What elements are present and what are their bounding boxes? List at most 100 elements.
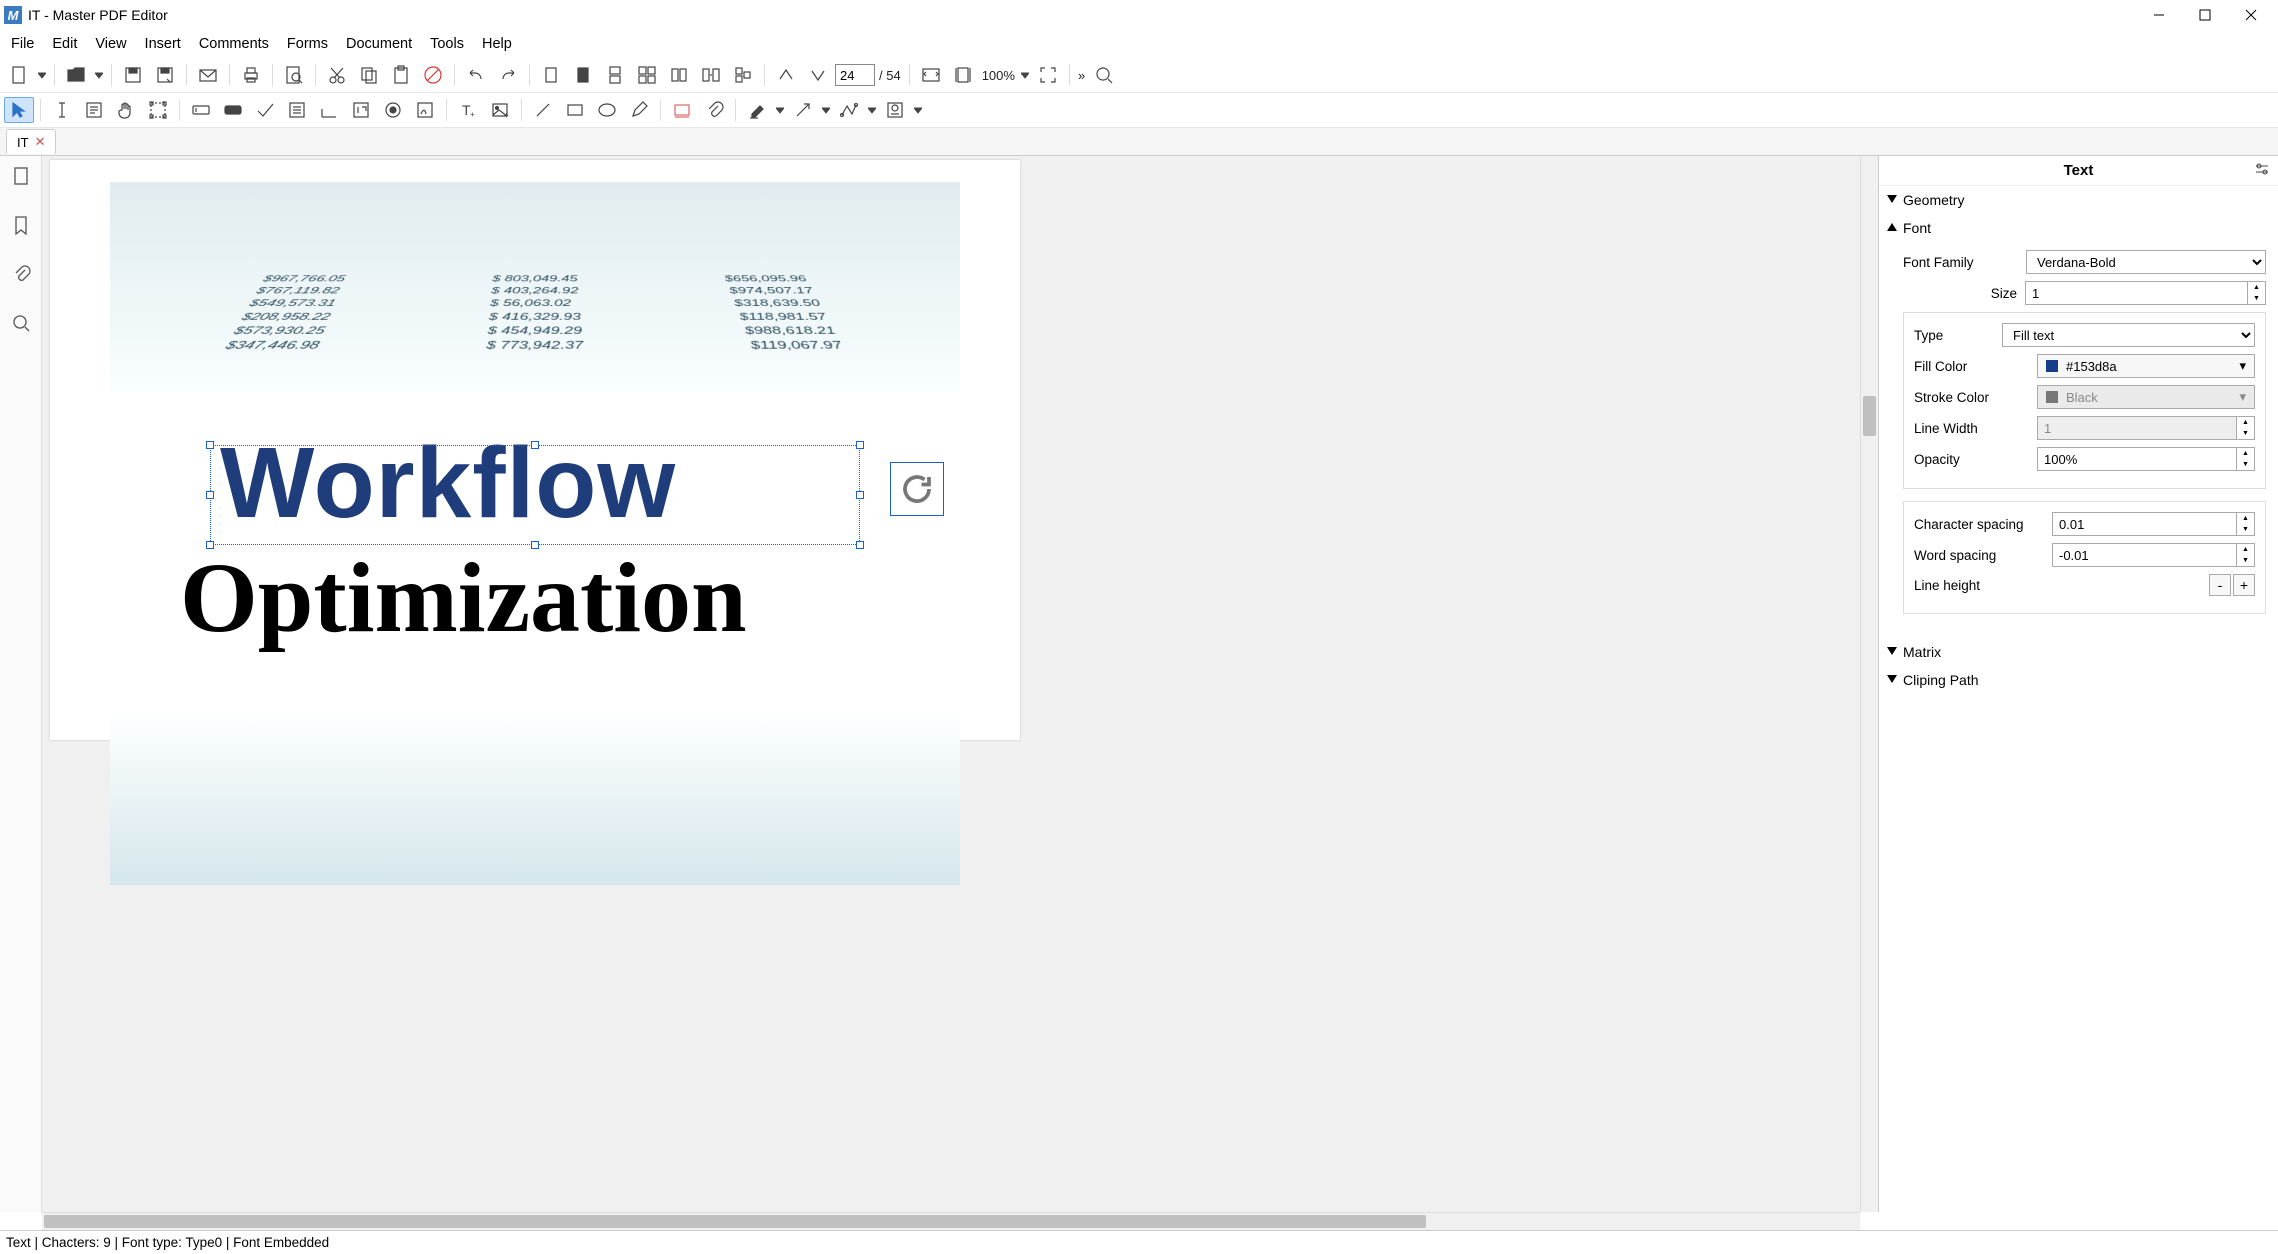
section-font[interactable]: Font xyxy=(1879,214,2278,242)
stamp-dropdown[interactable] xyxy=(912,106,924,114)
vertical-scrollbar[interactable] xyxy=(1860,156,1878,1212)
menu-edit[interactable]: Edit xyxy=(43,32,86,56)
line-tool-icon[interactable] xyxy=(528,97,558,123)
section-matrix[interactable]: Matrix xyxy=(1879,638,2278,666)
rectangle-tool-icon[interactable] xyxy=(560,97,590,123)
highlight-dropdown[interactable] xyxy=(774,106,786,114)
canvas[interactable]: $967,766.05$767,119.82$549,573.31$208,95… xyxy=(42,156,1878,1212)
pencil-tool-icon[interactable] xyxy=(624,97,654,123)
organize-icon[interactable] xyxy=(728,62,758,88)
text-cursor-icon[interactable] xyxy=(47,97,77,123)
arrow-dropdown[interactable] xyxy=(820,106,832,114)
section-cliping-path[interactable]: Cliping Path xyxy=(1879,666,2278,694)
insert-image-icon[interactable]: + xyxy=(485,97,515,123)
polyline-dropdown[interactable] xyxy=(866,106,878,114)
search-page-icon[interactable] xyxy=(279,62,309,88)
resize-handle-b[interactable] xyxy=(531,541,539,549)
attachments-panel-icon[interactable] xyxy=(11,264,31,287)
new-file-icon[interactable] xyxy=(4,62,34,88)
select-tool-icon[interactable] xyxy=(4,97,34,123)
combobox-icon[interactable] xyxy=(314,97,344,123)
resize-handle-bl[interactable] xyxy=(206,541,214,549)
prohibit-icon[interactable] xyxy=(418,62,448,88)
panel-settings-icon[interactable] xyxy=(2254,161,2270,181)
arrow-tool-icon[interactable] xyxy=(788,97,818,123)
page-number-input[interactable] xyxy=(835,64,875,86)
menu-comments[interactable]: Comments xyxy=(190,32,278,56)
size-input[interactable] xyxy=(2025,281,2248,305)
menu-file[interactable]: File xyxy=(2,32,43,56)
menu-forms[interactable]: Forms xyxy=(278,32,337,56)
print-icon[interactable] xyxy=(236,62,266,88)
resize-handle-t[interactable] xyxy=(531,441,539,449)
bookmarks-panel-icon[interactable] xyxy=(11,215,31,238)
fill-color-button[interactable]: #153d8a▾ xyxy=(2037,354,2255,378)
horizontal-scrollbar[interactable] xyxy=(42,1212,1860,1230)
rotate-handle[interactable] xyxy=(890,462,944,516)
zoom-tool-icon[interactable] xyxy=(1089,62,1119,88)
tab-it[interactable]: IT ✕ xyxy=(6,129,56,154)
radio-icon[interactable] xyxy=(378,97,408,123)
minimize-button[interactable] xyxy=(2136,0,2182,30)
menu-insert[interactable]: Insert xyxy=(136,32,190,56)
text-optimization[interactable]: Optimization xyxy=(180,540,747,655)
resize-handle-br[interactable] xyxy=(856,541,864,549)
tab-close-icon[interactable]: ✕ xyxy=(35,134,46,150)
zoom-dropdown[interactable] xyxy=(1019,71,1031,79)
type-select[interactable]: Fill text xyxy=(2002,323,2255,347)
single-page-icon[interactable] xyxy=(536,62,566,88)
new-file-dropdown[interactable] xyxy=(36,71,48,79)
character-spacing-input[interactable] xyxy=(2052,512,2237,536)
line-height-increase[interactable]: + xyxy=(2233,574,2255,596)
ellipse-tool-icon[interactable] xyxy=(592,97,622,123)
close-button[interactable] xyxy=(2228,0,2274,30)
maximize-button[interactable] xyxy=(2182,0,2228,30)
resize-handle-tl[interactable] xyxy=(206,441,214,449)
two-up-icon[interactable] xyxy=(696,62,726,88)
edit-text-icon[interactable] xyxy=(79,97,109,123)
menu-view[interactable]: View xyxy=(86,32,135,56)
resize-handle-r[interactable] xyxy=(856,491,864,499)
highlight-icon[interactable] xyxy=(742,97,772,123)
fullscreen-icon[interactable] xyxy=(1033,62,1063,88)
redo-icon[interactable] xyxy=(493,62,523,88)
fit-width-icon[interactable] xyxy=(948,62,978,88)
paste-icon[interactable] xyxy=(386,62,416,88)
next-page-icon[interactable] xyxy=(803,62,833,88)
button-form-icon[interactable] xyxy=(218,97,248,123)
open-dropdown[interactable] xyxy=(93,71,105,79)
word-spacing-input[interactable] xyxy=(2052,543,2237,567)
selection-box[interactable] xyxy=(210,445,860,545)
link-tool-icon[interactable] xyxy=(667,97,697,123)
single-page-filled-icon[interactable] xyxy=(568,62,598,88)
opacity-input[interactable] xyxy=(2037,447,2237,471)
attachment-icon[interactable] xyxy=(699,97,729,123)
stamp-icon[interactable] xyxy=(880,97,910,123)
cut-icon[interactable] xyxy=(322,62,352,88)
search-panel-icon[interactable] xyxy=(11,313,31,336)
polyline-tool-icon[interactable] xyxy=(834,97,864,123)
menu-help[interactable]: Help xyxy=(473,32,521,56)
resize-handle-l[interactable] xyxy=(206,491,214,499)
undo-icon[interactable] xyxy=(461,62,491,88)
overflow-chevron[interactable]: » xyxy=(1076,68,1087,83)
insert-text-icon[interactable]: T+ xyxy=(453,97,483,123)
resize-handle-tr[interactable] xyxy=(856,441,864,449)
listbox-icon[interactable] xyxy=(282,97,312,123)
prev-page-icon[interactable] xyxy=(771,62,801,88)
continuous-icon[interactable] xyxy=(600,62,630,88)
save-as-icon[interactable] xyxy=(150,62,180,88)
text-field-icon[interactable] xyxy=(186,97,216,123)
signature-icon[interactable] xyxy=(410,97,440,123)
fit-page-icon[interactable] xyxy=(916,62,946,88)
facing-continuous-icon[interactable] xyxy=(664,62,694,88)
save-icon[interactable] xyxy=(118,62,148,88)
combo-drop-icon[interactable] xyxy=(346,97,376,123)
email-icon[interactable] xyxy=(193,62,223,88)
document-page[interactable]: $967,766.05$767,119.82$549,573.31$208,95… xyxy=(50,160,1020,740)
facing-icon[interactable] xyxy=(632,62,662,88)
font-family-select[interactable]: Verdana-Bold xyxy=(2026,250,2266,274)
copy-icon[interactable] xyxy=(354,62,384,88)
open-folder-icon[interactable] xyxy=(61,62,91,88)
pages-panel-icon[interactable] xyxy=(11,166,31,189)
